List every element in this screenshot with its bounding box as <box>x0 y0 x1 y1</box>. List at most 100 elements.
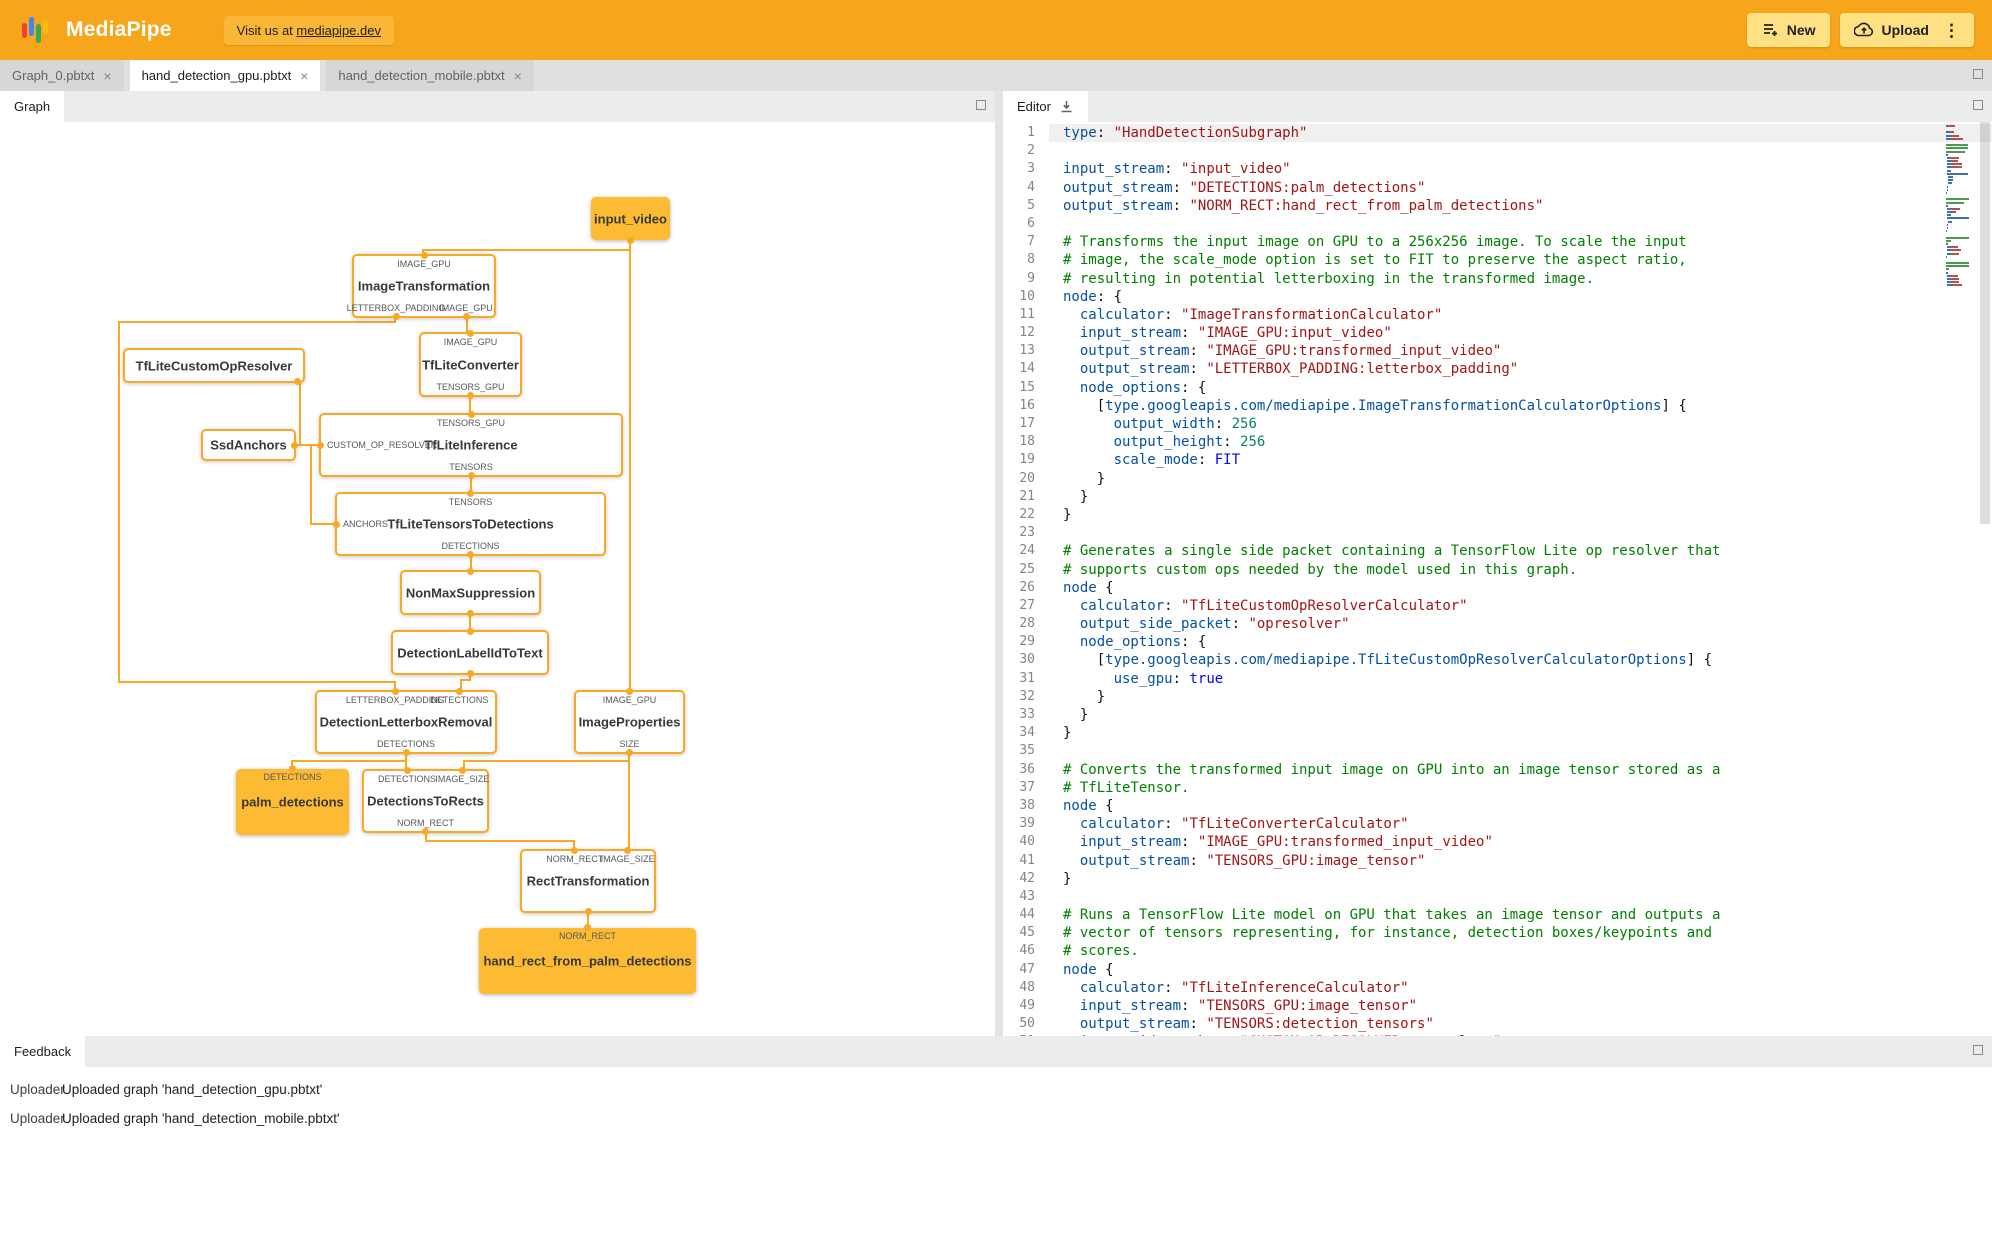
code-line[interactable]: # vector of tensors representing, for in… <box>1049 924 1992 942</box>
graph-node-DetectionsToRects[interactable]: DetectionsToRects DETECTIONS IMAGE_SIZE NOR… <box>362 767 489 835</box>
code-line[interactable]: output_stream: "NORM_RECT:hand_rect_from… <box>1049 197 1992 215</box>
code-line[interactable]: # Runs a TensorFlow Lite model on GPU th… <box>1049 906 1992 924</box>
code-line[interactable] <box>1049 524 1992 542</box>
maximize-graph-icon[interactable] <box>976 100 986 110</box>
code-line[interactable]: node_options: { <box>1049 379 1992 397</box>
code-line[interactable]: node { <box>1049 797 1992 815</box>
maximize-feedback-icon[interactable] <box>1973 1045 1983 1055</box>
code-line[interactable]: } <box>1049 506 1992 524</box>
editor-scrollbar[interactable] <box>1978 122 1992 1036</box>
minimap[interactable] <box>1946 125 1976 288</box>
code-line[interactable]: output_width: 256 <box>1049 415 1992 433</box>
code-line[interactable]: input_stream: "IMAGE_GPU:input_video" <box>1049 324 1992 342</box>
app-header: MediaPipe Visit us at mediapipe.dev New … <box>0 0 1992 60</box>
code-line[interactable]: scale_mode: FIT <box>1049 451 1992 469</box>
graph-node-hand_rect_from_palm_detections[interactable]: hand_rect_from_palm_detections NORM_RECT <box>479 924 696 994</box>
code-line[interactable]: output_stream: "TENSORS_GPU:image_tensor… <box>1049 852 1992 870</box>
feedback-tab[interactable]: Feedback <box>0 1036 86 1067</box>
code-line[interactable]: output_side_packet: "opresolver" <box>1049 615 1992 633</box>
scrollbar-thumb[interactable] <box>1980 122 1990 525</box>
code-line[interactable]: } <box>1049 488 1992 506</box>
line-number: 13 <box>1019 343 1035 359</box>
graph-node-TfLiteCustomOpResolver[interactable]: TfLiteCustomOpResolver <box>123 348 305 385</box>
editor-tab[interactable]: Editor <box>1003 91 1088 122</box>
code-line[interactable]: # resulting in potential letterboxing in… <box>1049 270 1992 288</box>
visit-badge[interactable]: Visit us at mediapipe.dev <box>223 15 394 45</box>
code-line[interactable]: [type.googleapis.com/mediapipe.ImageTran… <box>1049 397 1992 415</box>
graph-node-DetectionLabelIdToText[interactable]: DetectionLabelIdToText <box>391 628 549 677</box>
port-dot <box>627 237 634 244</box>
graph-node-ImageProperties[interactable]: ImageProperties IMAGE_GPU SIZE <box>574 688 685 756</box>
code-line[interactable]: # Generates a single side packet contain… <box>1049 542 1992 560</box>
code-line[interactable]: use_gpu: true <box>1049 670 1992 688</box>
code-token: type <box>1063 125 1097 141</box>
code-line[interactable]: [type.googleapis.com/mediapipe.TfLiteCus… <box>1049 651 1992 669</box>
file-tab[interactable]: Graph_0.pbtxt × <box>0 60 124 91</box>
code-line[interactable]: output_stream: "DETECTIONS:palm_detectio… <box>1049 179 1992 197</box>
graph-node-TfLiteTensorsToDetections[interactable]: TfLiteTensorsToDetections TENSORS DETECTIO… <box>333 490 606 558</box>
code-line[interactable]: node_options: { <box>1049 633 1992 651</box>
tab-close-icon[interactable]: × <box>300 69 308 83</box>
graph-node-TfLiteConverter[interactable]: TfLiteConverter IMAGE_GPU TENSORS_GPU <box>419 330 522 399</box>
graph-node-RectTransformation[interactable]: RectTransformation NORM_RECT IMAGE_SIZE <box>520 847 656 915</box>
mediapipe-dev-link[interactable]: mediapipe.dev <box>296 23 381 38</box>
code-line[interactable] <box>1049 142 1992 160</box>
code-line[interactable]: type: "HandDetectionSubgraph" <box>1049 124 1992 143</box>
code-line[interactable]: } <box>1049 870 1992 888</box>
code-line[interactable]: input_stream: "IMAGE_GPU:transformed_inp… <box>1049 833 1992 851</box>
code-line[interactable] <box>1049 215 1992 233</box>
file-tab[interactable]: hand_detection_gpu.pbtxt × <box>129 60 321 91</box>
code-line[interactable]: node { <box>1049 579 1992 597</box>
graph-node-SsdAnchors[interactable]: SsdAnchors <box>201 429 298 461</box>
code-line[interactable]: calculator: "TfLiteConverterCalculator" <box>1049 815 1992 833</box>
code-line[interactable] <box>1049 742 1992 760</box>
code-line[interactable]: output_height: 256 <box>1049 433 1992 451</box>
code-line[interactable]: output_stream: "LETTERBOX_PADDING:letter… <box>1049 360 1992 378</box>
code-line[interactable]: } <box>1049 724 1992 742</box>
code-line[interactable]: } <box>1049 706 1992 724</box>
code-line[interactable]: output_stream: "TENSORS:detection_tensor… <box>1049 1015 1992 1033</box>
graph-node-TfLiteInference[interactable]: TfLiteInference TENSORS_GPU TENSORS CUSTOM_… <box>317 411 623 479</box>
layout-restore-icon[interactable] <box>1973 69 1983 79</box>
code-area[interactable]: type: "HandDetectionSubgraph" input_strea… <box>1049 122 1992 1036</box>
graph-node-NonMaxSuppression[interactable]: NonMaxSuppression <box>400 568 541 617</box>
code-line[interactable]: } <box>1049 470 1992 488</box>
upload-button[interactable]: Upload ⋮ <box>1839 13 1974 47</box>
new-button[interactable]: New <box>1746 13 1830 47</box>
minimap-mark <box>1946 147 1969 150</box>
graph-node-ImageTransformation[interactable]: ImageTransformation IMAGE_GPU LETTERBOX_PA… <box>347 252 496 320</box>
graph-canvas[interactable]: input_video ImageTransformation IMAGE_GPU L… <box>0 122 995 1036</box>
graph-node-palm_detections[interactable]: palm_detections DETECTIONS <box>236 765 349 835</box>
code-line[interactable]: calculator: "ImageTransformationCalculat… <box>1049 306 1992 324</box>
panel-divider[interactable] <box>995 91 1003 1036</box>
code-line[interactable]: # Transforms the input image on GPU to a… <box>1049 233 1992 251</box>
code-line[interactable]: # image, the scale_mode option is set to… <box>1049 251 1992 269</box>
code-line[interactable]: # scores. <box>1049 942 1992 960</box>
graph-node-input_video[interactable]: input_video <box>591 197 670 244</box>
code-token: { <box>1113 288 1123 305</box>
tab-close-icon[interactable]: × <box>514 69 522 83</box>
code-editor[interactable]: 1 2 3 4 5 6 7 8 9 10 11 12 13 14 15 16 17 18 19 20 21 22 23 24 2… <box>1003 122 1992 1036</box>
code-line[interactable]: input_stream: "TENSORS_GPU:image_tensor" <box>1049 997 1992 1015</box>
download-icon[interactable] <box>1059 99 1074 114</box>
code-line[interactable]: output_stream: "IMAGE_GPU:transformed_in… <box>1049 342 1992 360</box>
tab-close-icon[interactable]: × <box>103 69 111 83</box>
file-tab[interactable]: hand_detection_mobile.pbtxt × <box>326 60 534 91</box>
code-line[interactable]: # TfLiteTensor. <box>1049 779 1992 797</box>
code-line[interactable]: # Converts the transformed input image o… <box>1049 761 1992 779</box>
code-line[interactable]: node { <box>1049 961 1992 979</box>
code-line[interactable]: } <box>1049 688 1992 706</box>
code-line[interactable]: # supports custom ops needed by the mode… <box>1049 561 1992 579</box>
maximize-editor-icon[interactable] <box>1973 100 1983 110</box>
graph-tab[interactable]: Graph <box>0 91 65 122</box>
code-line[interactable]: node: { <box>1049 288 1992 306</box>
code-line[interactable] <box>1049 888 1992 906</box>
code-line[interactable]: calculator: "TfLiteCustomOpResolverCalcu… <box>1049 597 1992 615</box>
app-title: MediaPipe <box>66 18 172 41</box>
graph-node-DetectionLetterboxRemoval[interactable]: DetectionLetterboxRemoval LETTERBOX_PADDI… <box>315 688 497 756</box>
more-menu-icon[interactable]: ⋮ <box>1943 22 1960 39</box>
line-number: 31 <box>1019 670 1035 686</box>
code-line[interactable]: input_stream: "input_video" <box>1049 160 1992 178</box>
code-line[interactable]: calculator: "TfLiteInferenceCalculator" <box>1049 979 1992 997</box>
